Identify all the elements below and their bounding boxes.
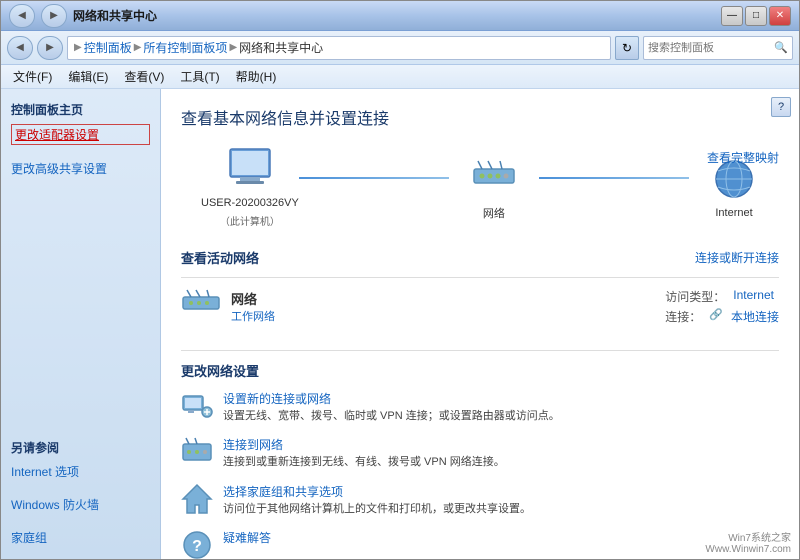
content-area: ? 查看基本网络信息并设置连接 USER-20200326VY bbox=[161, 89, 799, 559]
setup-connection-icon bbox=[181, 390, 213, 422]
network-info-left: 网络 工作网络 bbox=[181, 286, 275, 326]
sidebar-link-sharing[interactable]: 更改高级共享设置 bbox=[11, 159, 150, 178]
forward-button[interactable]: ▶ bbox=[41, 4, 67, 28]
view-full-map-link[interactable]: 查看完整映射 bbox=[707, 149, 779, 166]
breadcrumb-controlpanel[interactable]: 控制面板 bbox=[84, 39, 132, 56]
breadcrumb-icon: ▶ bbox=[74, 42, 82, 53]
menu-view[interactable]: 查看(V) bbox=[120, 66, 168, 87]
menu-help[interactable]: 帮助(H) bbox=[232, 66, 281, 87]
network-switch-icon bbox=[470, 153, 518, 201]
internet-label: Internet bbox=[715, 207, 752, 219]
troubleshoot-text: 疑难解答 bbox=[223, 529, 271, 546]
sidebar-section-also: 另请参阅 Internet 选项 Windows 防火墙 家庭组 bbox=[11, 439, 150, 547]
homegroup-desc: 访问位于其他网络计算机上的文件和打印机，或更改共享设置。 bbox=[223, 502, 531, 517]
window-controls: — □ ✕ bbox=[721, 6, 791, 26]
setup-connection-link[interactable]: 设置新的连接或网络 bbox=[223, 390, 560, 407]
sidebar-main-title: 控制面板主页 bbox=[11, 101, 150, 118]
breadcrumb-sep-2: ▶ bbox=[229, 42, 237, 53]
network-info-right: 访问类型： Internet 连接： 🔗 本地连接 bbox=[665, 288, 779, 325]
network-name-block: 网络 工作网络 bbox=[231, 289, 275, 324]
setup-connection-text: 设置新的连接或网络 设置无线、宽带、拨号、临时或 VPN 连接；或设置路由器或访… bbox=[223, 390, 560, 424]
setup-connection-desc: 设置无线、宽带、拨号、临时或 VPN 连接；或设置路由器或访问点。 bbox=[223, 409, 560, 424]
search-bar: 🔍 bbox=[643, 36, 793, 60]
menu-tools[interactable]: 工具(T) bbox=[176, 66, 223, 87]
settings-item-4: ? 疑难解答 bbox=[181, 529, 779, 559]
connect-network-icon bbox=[181, 436, 213, 468]
content-title: 查看基本网络信息并设置连接 bbox=[181, 105, 779, 129]
watermark-line1: Win7系统之家 bbox=[705, 529, 791, 544]
nav-back-button[interactable]: ◀ bbox=[7, 36, 33, 60]
connection-row: 连接： 🔗 本地连接 bbox=[665, 308, 779, 325]
homegroup-icon bbox=[181, 483, 213, 515]
computer-icon bbox=[226, 145, 274, 193]
computer-label: USER-20200326VY bbox=[201, 197, 299, 209]
search-icon[interactable]: 🔍 bbox=[774, 41, 788, 54]
connect-disconnect-link[interactable]: 连接或断开连接 bbox=[695, 249, 779, 266]
watermark: Win7系统之家 Www.Winwin7.com bbox=[705, 529, 791, 555]
sidebar-also-title: 另请参阅 bbox=[11, 439, 150, 456]
refresh-button[interactable]: ↻ bbox=[615, 36, 639, 60]
troubleshoot-icon: ? bbox=[181, 529, 213, 559]
main-window: ◀ ▶ 网络和共享中心 — □ ✕ ◀ ▶ ▶ 控制面板 ▶ 所有控制面板项 ▶… bbox=[0, 0, 800, 560]
settings-item-3: 选择家庭组和共享选项 访问位于其他网络计算机上的文件和打印机，或更改共享设置。 bbox=[181, 483, 779, 517]
connection-label: 连接： bbox=[665, 308, 701, 325]
change-settings-title: 更改网络设置 bbox=[181, 350, 779, 380]
settings-item-1: 设置新的连接或网络 设置无线、宽带、拨号、临时或 VPN 连接；或设置路由器或访… bbox=[181, 390, 779, 424]
back-button[interactable]: ◀ bbox=[9, 4, 35, 28]
minimize-button[interactable]: — bbox=[721, 6, 743, 26]
connection-icon: 🔗 bbox=[709, 308, 723, 325]
access-type-value: Internet bbox=[733, 288, 774, 305]
active-network-name: 网络 bbox=[231, 289, 275, 308]
homegroup-text: 选择家庭组和共享选项 访问位于其他网络计算机上的文件和打印机，或更改共享设置。 bbox=[223, 483, 531, 517]
active-network-icon bbox=[181, 286, 221, 326]
menubar: 文件(F) 编辑(E) 查看(V) 工具(T) 帮助(H) bbox=[1, 65, 799, 89]
sidebar-section-main: 控制面板主页 更改适配器设置 更改高级共享设置 bbox=[11, 101, 150, 178]
homegroup-link[interactable]: 选择家庭组和共享选项 bbox=[223, 483, 531, 500]
svg-text:?: ? bbox=[192, 538, 202, 555]
access-type-row: 访问类型： Internet bbox=[665, 288, 779, 305]
breadcrumb-allpanels[interactable]: 所有控制面板项 bbox=[143, 39, 227, 56]
watermark-line2: Www.Winwin7.com bbox=[705, 544, 791, 555]
search-input[interactable] bbox=[648, 42, 772, 54]
access-type-label: 访问类型： bbox=[665, 288, 725, 305]
net-node-computer: USER-20200326VY （此计算机） bbox=[201, 145, 299, 228]
main-area: 控制面板主页 更改适配器设置 更改高级共享设置 另请参阅 Internet 选项… bbox=[1, 89, 799, 559]
sidebar: 控制面板主页 更改适配器设置 更改高级共享设置 另请参阅 Internet 选项… bbox=[1, 89, 161, 559]
network-type-link[interactable]: 工作网络 bbox=[231, 308, 275, 324]
connect-network-desc: 连接到或重新连接到无线、有线、拨号或 VPN 网络连接。 bbox=[223, 455, 505, 470]
active-network-title: 查看活动网络 bbox=[181, 248, 259, 267]
active-network-box: 网络 工作网络 访问类型： Internet 连接： 🔗 本地连接 bbox=[181, 277, 779, 334]
sidebar-link-internet[interactable]: Internet 选项 bbox=[11, 462, 150, 481]
close-button[interactable]: ✕ bbox=[769, 6, 791, 26]
breadcrumb-bar: ▶ 控制面板 ▶ 所有控制面板项 ▶ 网络和共享中心 bbox=[67, 36, 611, 60]
net-line-1 bbox=[299, 177, 449, 179]
network-diagram: USER-20200326VY （此计算机） bbox=[181, 145, 779, 228]
addressbar: ◀ ▶ ▶ 控制面板 ▶ 所有控制面板项 ▶ 网络和共享中心 ↻ 🔍 bbox=[1, 31, 799, 65]
breadcrumb-sep-1: ▶ bbox=[134, 42, 142, 53]
connect-network-text: 连接到网络 连接到或重新连接到无线、有线、拨号或 VPN 网络连接。 bbox=[223, 436, 505, 470]
sidebar-link-firewall[interactable]: Windows 防火墙 bbox=[11, 495, 150, 514]
help-icon[interactable]: ? bbox=[771, 97, 791, 117]
active-network-header: 查看活动网络 连接或断开连接 bbox=[181, 248, 779, 267]
network-label: 网络 bbox=[483, 205, 505, 221]
net-node-network: 网络 bbox=[449, 153, 539, 221]
settings-item-2: 连接到网络 连接到或重新连接到无线、有线、拨号或 VPN 网络连接。 bbox=[181, 436, 779, 470]
connection-value-link[interactable]: 本地连接 bbox=[731, 308, 779, 325]
sidebar-link-adapter[interactable]: 更改适配器设置 bbox=[11, 124, 150, 145]
window-title: 网络和共享中心 bbox=[73, 7, 157, 24]
connect-network-link[interactable]: 连接到网络 bbox=[223, 436, 505, 453]
breadcrumb-current: 网络和共享中心 bbox=[239, 39, 323, 56]
computer-sublabel: （此计算机） bbox=[220, 213, 280, 228]
maximize-button[interactable]: □ bbox=[745, 6, 767, 26]
menu-edit[interactable]: 编辑(E) bbox=[64, 66, 112, 87]
titlebar: ◀ ▶ 网络和共享中心 — □ ✕ bbox=[1, 1, 799, 31]
troubleshoot-link[interactable]: 疑难解答 bbox=[223, 529, 271, 546]
menu-file[interactable]: 文件(F) bbox=[9, 66, 56, 87]
nav-forward-button[interactable]: ▶ bbox=[37, 36, 63, 60]
sidebar-link-homegroup[interactable]: 家庭组 bbox=[11, 528, 150, 547]
net-line-2 bbox=[539, 177, 689, 179]
titlebar-left: ◀ ▶ 网络和共享中心 bbox=[9, 4, 157, 28]
